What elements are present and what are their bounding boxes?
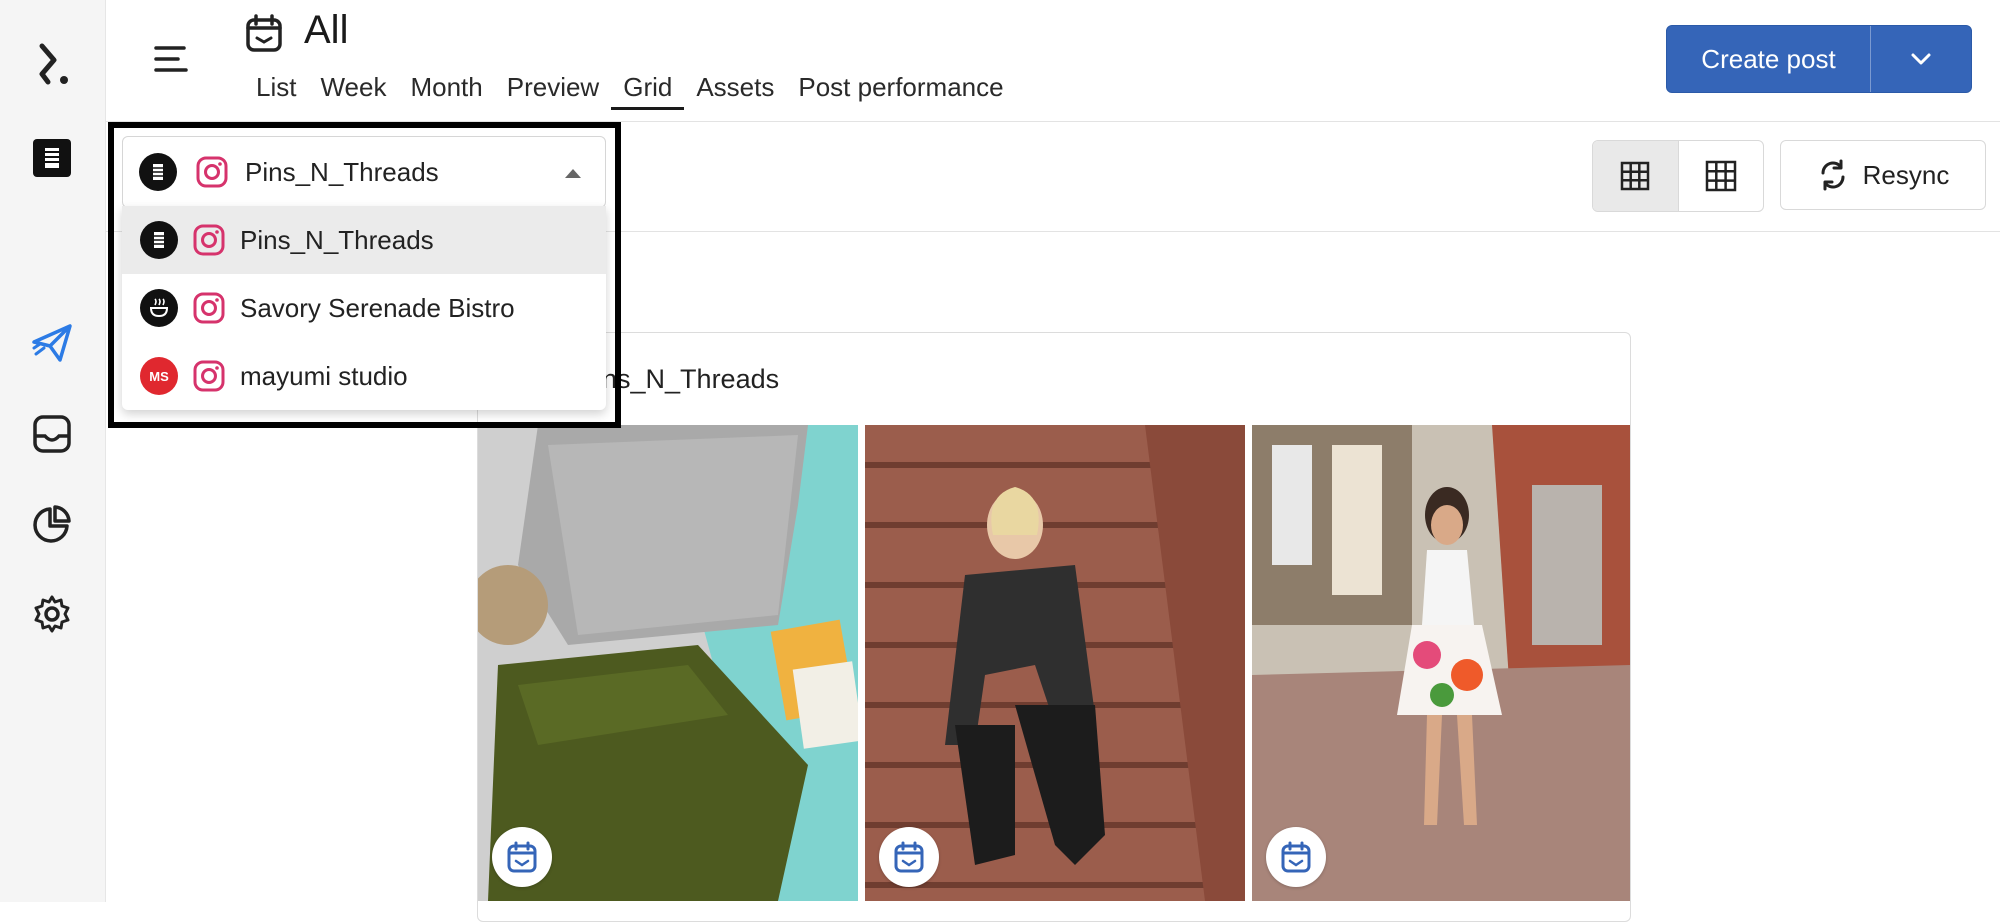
scheduled-calendar-icon[interactable] bbox=[1266, 827, 1326, 887]
scheduled-calendar-icon[interactable] bbox=[879, 827, 939, 887]
account-dropdown-menu: Pins_N_Threads Savory Serenade Bistro MS… bbox=[122, 206, 606, 410]
post-grid bbox=[478, 425, 1630, 905]
instagram-icon bbox=[193, 360, 225, 392]
instagram-icon bbox=[193, 292, 225, 324]
chevron-down-icon[interactable] bbox=[1871, 26, 1971, 92]
instagram-icon bbox=[193, 224, 225, 256]
account-select[interactable]: Pins_N_Threads bbox=[122, 136, 606, 208]
grid-icon bbox=[1705, 160, 1736, 192]
brand-avatar-icon[interactable] bbox=[28, 134, 76, 182]
account-option-label: mayumi studio bbox=[240, 360, 408, 391]
gear-icon[interactable] bbox=[28, 590, 76, 638]
view-tabs: List Week Month Preview Grid Assets Post… bbox=[244, 70, 1016, 110]
tab-assets[interactable]: Assets bbox=[684, 70, 786, 110]
paper-plane-icon[interactable] bbox=[28, 318, 76, 366]
account-option-label: Savory Serenade Bistro bbox=[240, 292, 515, 323]
tab-week[interactable]: Week bbox=[308, 70, 398, 110]
tab-month[interactable]: Month bbox=[398, 70, 494, 110]
inbox-icon[interactable] bbox=[28, 410, 76, 458]
account-option-mayumi-studio[interactable]: MS mayumi studio bbox=[122, 342, 606, 410]
account-option-label: Pins_N_Threads bbox=[240, 224, 434, 255]
post-thumbnail[interactable] bbox=[1252, 425, 1630, 901]
selected-account-label: Pins_N_Threads bbox=[245, 156, 439, 187]
instagram-icon bbox=[196, 156, 228, 188]
tab-grid[interactable]: Grid bbox=[611, 70, 685, 110]
logo-icon[interactable] bbox=[28, 40, 76, 88]
pins-n-threads-avatar bbox=[139, 153, 177, 191]
hamburger-menu-icon[interactable] bbox=[154, 44, 188, 74]
tab-preview[interactable]: Preview bbox=[495, 70, 611, 110]
caret-up-icon[interactable] bbox=[563, 167, 583, 179]
card-header: Pins_N_Threads bbox=[478, 333, 1630, 425]
top-header: All List Week Month Preview Grid Assets … bbox=[106, 0, 2000, 122]
post-thumbnail[interactable] bbox=[478, 425, 858, 901]
tab-list[interactable]: List bbox=[244, 70, 308, 110]
refresh-icon bbox=[1821, 159, 1845, 191]
large-grid-button[interactable] bbox=[1593, 141, 1679, 211]
small-grid-button[interactable] bbox=[1679, 141, 1764, 211]
calendar-icon bbox=[246, 14, 282, 52]
tab-post-performance[interactable]: Post performance bbox=[786, 70, 1015, 110]
mayumi-studio-avatar: MS bbox=[140, 357, 178, 395]
account-option-pins-n-threads[interactable]: Pins_N_Threads bbox=[122, 206, 606, 274]
scheduled-calendar-icon[interactable] bbox=[492, 827, 552, 887]
account-option-savory-serenade-bistro[interactable]: Savory Serenade Bistro bbox=[122, 274, 606, 342]
pins-n-threads-avatar bbox=[140, 221, 178, 259]
account-grid-card: Pins_N_Threads bbox=[477, 332, 1631, 922]
page-title: All bbox=[304, 8, 349, 52]
pie-chart-icon[interactable] bbox=[28, 500, 76, 548]
grid-icon bbox=[1621, 161, 1650, 191]
left-rail bbox=[0, 0, 106, 902]
resync-button[interactable]: Resync bbox=[1780, 140, 1986, 210]
grid-size-toggle bbox=[1592, 140, 1764, 212]
create-post-label[interactable]: Create post bbox=[1667, 26, 1871, 92]
post-thumbnail[interactable] bbox=[865, 425, 1245, 901]
resync-label: Resync bbox=[1862, 159, 1950, 190]
bistro-avatar bbox=[140, 289, 178, 327]
create-post-button[interactable]: Create post bbox=[1666, 25, 1972, 93]
